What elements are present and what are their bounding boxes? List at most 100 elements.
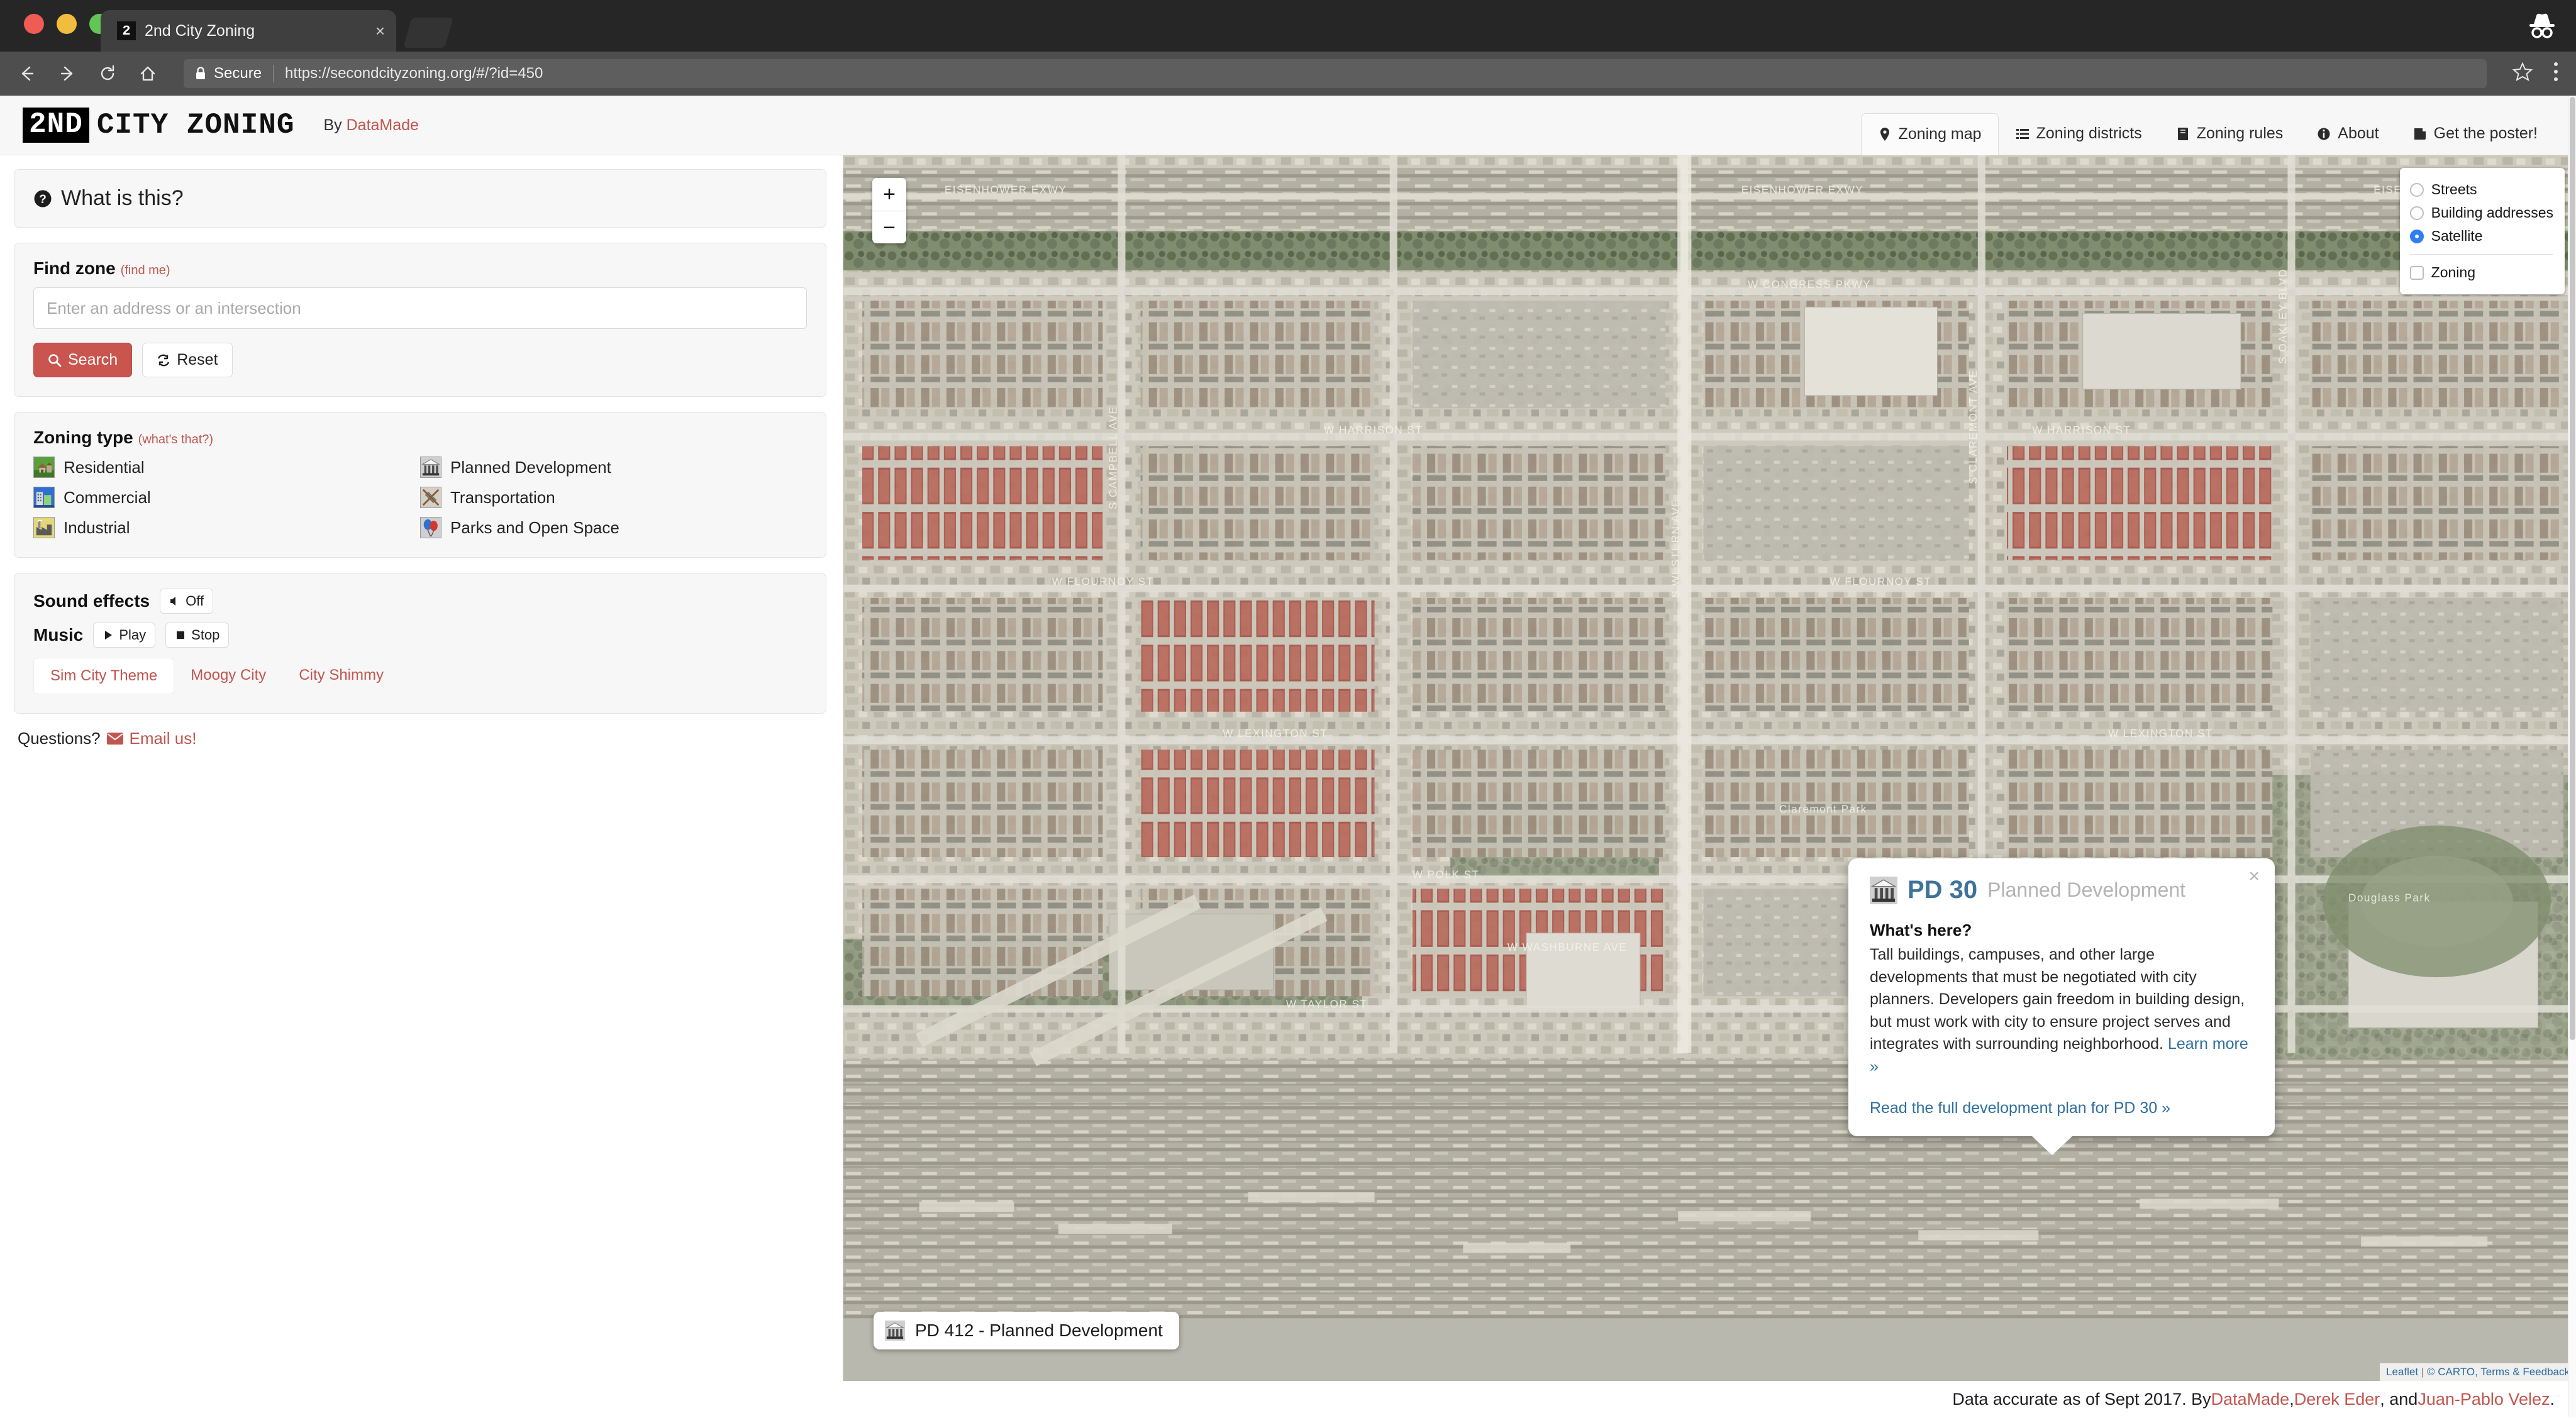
nav-item-get-the-poster[interactable]: Get the poster!: [2396, 113, 2555, 155]
music-play-button[interactable]: Play: [93, 623, 156, 648]
map-zoom-control: + −: [872, 178, 906, 243]
svg-text:W WASHBURNE AVE: W WASHBURNE AVE: [1507, 941, 1628, 953]
zoom-out-button[interactable]: −: [872, 211, 906, 243]
map-hover-tooltip: PD 412 - Planned Development: [874, 1312, 1179, 1349]
search-input[interactable]: [33, 287, 807, 329]
lock-icon: [196, 66, 205, 79]
whats-that-link[interactable]: (what's that?): [138, 433, 213, 446]
svg-text:W CONGRESS PKWY: W CONGRESS PKWY: [1748, 279, 1871, 291]
zoning-type-commercial[interactable]: Commercial: [33, 487, 420, 508]
svg-text:Douglass Park: Douglass Park: [2348, 892, 2431, 904]
development-plan-link[interactable]: Read the full development plan for PD 30…: [1870, 1099, 2253, 1117]
play-icon: [105, 631, 113, 640]
map-canvas[interactable]: EISENHOWER EXWY EISENHOWER EXWY EISENHOW…: [843, 155, 2576, 1381]
svg-text:EISENHOWER EXWY: EISENHOWER EXWY: [1741, 184, 1863, 196]
carto-link[interactable]: © CARTO: [2427, 1366, 2475, 1378]
home-icon[interactable]: [137, 63, 158, 84]
forward-arrow-icon[interactable]: [57, 63, 78, 84]
close-icon[interactable]: ×: [375, 23, 385, 39]
bookmark-star-icon[interactable]: [2512, 61, 2533, 86]
popup-zone-code: PD 30: [1907, 876, 1978, 904]
music-track-sim-city-theme[interactable]: Sim City Theme: [33, 658, 175, 694]
search-button[interactable]: Search: [33, 343, 133, 377]
checkbox-zoning[interactable]: [2409, 265, 2424, 280]
leaflet-link[interactable]: Leaflet: [2386, 1366, 2418, 1378]
zoning-type-transportation[interactable]: Transportation: [420, 487, 807, 508]
popup-zone-kind: Planned Development: [1987, 878, 2186, 901]
svg-text:Claremont Park: Claremont Park: [1779, 804, 1867, 816]
footer-sep-1: ,: [2289, 1389, 2294, 1409]
back-arrow-icon[interactable]: [16, 63, 38, 84]
layer-option-streets[interactable]: Streets: [2409, 178, 2553, 201]
window-traffic-lights: [24, 14, 109, 34]
map-layer-control: Streets Building addresses Satellite Zon…: [2399, 168, 2565, 294]
residential-icon: [33, 457, 55, 478]
search-icon: [48, 353, 62, 367]
music-track-city-shimmy[interactable]: City Shimmy: [282, 658, 400, 694]
footer-link-derek-eder[interactable]: Derek Eder: [2294, 1390, 2380, 1409]
what-is-this-toggle[interactable]: ? What is this?: [33, 186, 807, 211]
url-bar[interactable]: Secure https://secondcityzoning.org/#/?i…: [184, 58, 2487, 88]
search-button-label: Search: [68, 351, 118, 368]
zoning-type-residential[interactable]: Residential: [33, 457, 420, 478]
popup-body: Tall buildings, campuses, and other larg…: [1870, 944, 2253, 1078]
site-logo[interactable]: 2ND CITY ZONING: [23, 108, 294, 143]
layer-option-satellite[interactable]: Satellite: [2409, 224, 2553, 248]
footer-sep-2: , and: [2380, 1389, 2418, 1409]
browser-tab[interactable]: 2 2nd City Zoning ×: [101, 10, 396, 52]
zoning-type-label: Parks and Open Space: [450, 518, 619, 537]
what-is-this-label: What is this?: [61, 186, 184, 210]
popup-subheading: What's here?: [1870, 921, 1972, 939]
sound-effects-state: Off: [186, 593, 204, 609]
radio-building-addresses[interactable]: [2409, 206, 2424, 220]
reload-icon[interactable]: [97, 63, 118, 84]
email-us-link[interactable]: Email us!: [130, 729, 197, 748]
byline-link[interactable]: DataMade: [347, 116, 419, 134]
nav-item-about[interactable]: About: [2300, 113, 2396, 155]
tooltip-label: PD 412 - Planned Development: [915, 1321, 1163, 1340]
what-is-this-panel[interactable]: ? What is this?: [14, 169, 826, 228]
music-row: Music Play Stop: [33, 623, 807, 648]
close-icon[interactable]: ×: [2248, 867, 2260, 886]
close-window-button[interactable]: [24, 14, 44, 34]
nav-item-zoning-map[interactable]: Zoning map: [1860, 113, 1999, 155]
page-scrollbar[interactable]: [2568, 96, 2576, 1417]
footer-link-juan-pablo-velez[interactable]: Juan-Pablo Velez: [2418, 1390, 2550, 1409]
reset-button-label: Reset: [177, 351, 218, 368]
planned-development-icon: [420, 457, 441, 478]
map-popup: × PD 30 Planned Development What's here?…: [1848, 858, 2275, 1155]
new-tab-button[interactable]: [403, 18, 453, 48]
reset-button[interactable]: Reset: [142, 343, 233, 377]
zoning-type-planned-development[interactable]: Planned Development: [420, 457, 807, 478]
nav-item-zoning-rules[interactable]: Zoning rules: [2159, 113, 2301, 155]
stop-icon: [177, 631, 185, 639]
music-track-moogy-city[interactable]: Moogy City: [174, 658, 282, 694]
music-label: Music: [33, 625, 84, 645]
refresh-icon: [158, 354, 170, 366]
radio-streets[interactable]: [2409, 182, 2424, 197]
minimize-window-button[interactable]: [57, 14, 77, 34]
zoning-type-label: Transportation: [450, 487, 555, 507]
transportation-icon: [420, 487, 441, 508]
zoning-type-industrial[interactable]: Industrial: [33, 517, 420, 538]
zoning-type-parks[interactable]: Parks and Open Space: [420, 517, 807, 538]
sound-effects-toggle[interactable]: Off: [160, 589, 214, 614]
nav-item-zoning-districts[interactable]: Zoning districts: [1999, 113, 2159, 155]
zoning-type-grid: Residential Planned Development Commerci…: [33, 457, 807, 538]
svg-text:?: ?: [39, 193, 47, 206]
find-me-link[interactable]: (find me): [121, 263, 170, 277]
footer-link-datamade[interactable]: DataMade: [2211, 1390, 2290, 1409]
site-footer: Data accurate as of Sept 2017. By DataMa…: [0, 1381, 2576, 1417]
layer-option-building-addresses[interactable]: Building addresses: [2409, 201, 2553, 224]
terms-feedback-link[interactable]: Terms & Feedback: [2480, 1366, 2570, 1378]
zoning-type-title: Zoning type: [33, 428, 133, 447]
planned-development-icon: [885, 1321, 905, 1341]
scrollbar-thumb[interactable]: [2570, 97, 2575, 1040]
commercial-icon: [33, 487, 55, 508]
zoom-in-button[interactable]: +: [872, 178, 906, 211]
music-stop-button[interactable]: Stop: [165, 623, 230, 648]
questions-text: Questions?: [18, 729, 101, 748]
layer-option-zoning[interactable]: Zoning: [2409, 261, 2553, 284]
radio-satellite[interactable]: [2409, 229, 2424, 243]
three-dot-menu-icon[interactable]: [2552, 60, 2560, 86]
